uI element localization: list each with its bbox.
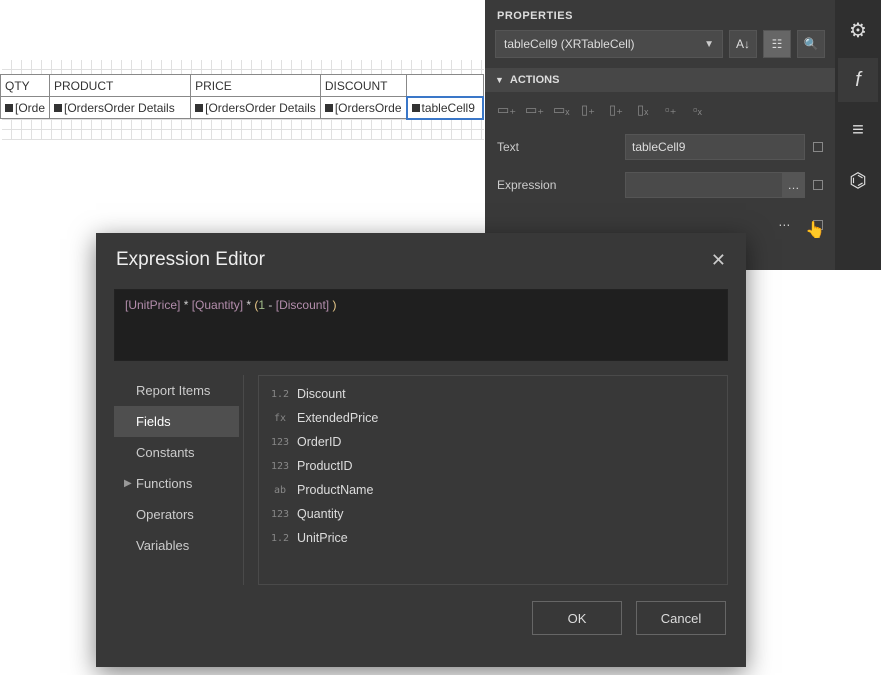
object-selector-text: tableCell9 (XRTableCell): [504, 37, 635, 51]
expression-marker[interactable]: [813, 180, 823, 190]
expression-textarea[interactable]: [UnitPrice] * [Quantity] * (1 - [Discoun…: [114, 289, 728, 361]
expression-property-input[interactable]: …: [625, 172, 805, 198]
insert-col-right-icon[interactable]: ▯₊: [609, 102, 625, 118]
field-item[interactable]: 123ProductID: [259, 454, 727, 478]
text-marker[interactable]: [813, 142, 823, 152]
header-discount: DISCOUNT: [320, 75, 406, 97]
actions-section-header[interactable]: ▼ ACTIONS: [485, 68, 835, 92]
field-item[interactable]: 123OrderID: [259, 430, 727, 454]
category-item[interactable]: Operators: [114, 499, 239, 530]
category-list: Report ItemsFieldsConstants▶FunctionsOpe…: [114, 375, 244, 585]
table-data-row: [Orde [OrdersOrder Details [OrdersOrder …: [1, 97, 484, 119]
properties-title: PROPERTIES: [485, 0, 835, 30]
insert-col-left-icon[interactable]: ▯₊: [581, 102, 597, 118]
dialog-title: Expression Editor: [116, 249, 265, 271]
insert-row-below-icon[interactable]: ▭₊: [525, 102, 541, 118]
field-item[interactable]: 1.2UnitPrice: [259, 526, 727, 550]
header-empty: [407, 75, 484, 97]
expression-editor-dialog: Expression Editor ✕ [UnitPrice] * [Quant…: [96, 233, 746, 667]
cell-price[interactable]: [OrdersOrder Details: [191, 97, 321, 119]
report-explorer-icon[interactable]: ⌬: [838, 158, 878, 202]
text-property-label: Text: [497, 140, 617, 154]
cancel-button[interactable]: Cancel: [636, 601, 726, 635]
more-marker[interactable]: [813, 220, 823, 230]
categorized-button[interactable]: ☷: [763, 30, 791, 58]
text-property-input[interactable]: tableCell9: [625, 134, 805, 160]
table-header-row: QTY PRODUCT PRICE DISCOUNT: [1, 75, 484, 97]
expressions-tab-icon[interactable]: f: [838, 58, 878, 102]
category-item[interactable]: Fields: [114, 406, 239, 437]
search-button[interactable]: 🔍: [797, 30, 825, 58]
ok-button[interactable]: OK: [532, 601, 622, 635]
header-price: PRICE: [191, 75, 321, 97]
field-item[interactable]: fxExtendedPrice: [259, 406, 727, 430]
chevron-down-icon: ▼: [704, 39, 714, 50]
delete-row-icon[interactable]: ▭ₓ: [553, 102, 569, 118]
expression-property-label: Expression: [497, 178, 617, 192]
header-product: PRODUCT: [50, 75, 191, 97]
category-item[interactable]: Report Items: [114, 375, 239, 406]
actions-toolbar: ▭₊ ▭₊ ▭ₓ ▯₊ ▯₊ ▯ₓ ▫₊ ▫ₓ: [485, 92, 835, 128]
field-item[interactable]: 1.2Discount: [259, 382, 727, 406]
database-icon[interactable]: ≡: [838, 108, 878, 152]
close-icon[interactable]: ✕: [711, 250, 726, 271]
cell-qty[interactable]: [Orde: [1, 97, 50, 119]
category-item[interactable]: Constants: [114, 437, 239, 468]
field-item[interactable]: 123Quantity: [259, 502, 727, 526]
report-design-surface[interactable]: QTY PRODUCT PRICE DISCOUNT [Orde [Orders…: [0, 74, 484, 120]
insert-cell-icon[interactable]: ▫₊: [665, 102, 681, 118]
category-item[interactable]: Variables: [114, 530, 239, 561]
header-qty: QTY: [1, 75, 50, 97]
delete-col-icon[interactable]: ▯ₓ: [637, 102, 653, 118]
cell-product[interactable]: [OrdersOrder Details: [50, 97, 191, 119]
fields-list: 1.2DiscountfxExtendedPrice123OrderID123P…: [258, 375, 728, 585]
insert-row-above-icon[interactable]: ▭₊: [497, 102, 513, 118]
cell-tablecell9-selected[interactable]: tableCell9: [407, 97, 484, 119]
side-tab-strip: ⚙ f ≡ ⌬: [835, 0, 881, 270]
properties-panel: PROPERTIES tableCell9 (XRTableCell) ▼ A↓…: [485, 0, 835, 270]
category-item[interactable]: ▶Functions: [114, 468, 239, 499]
gear-icon[interactable]: ⚙: [838, 8, 878, 52]
expression-ellipsis-button[interactable]: …: [782, 173, 804, 197]
field-item[interactable]: abProductName: [259, 478, 727, 502]
delete-cell-icon[interactable]: ▫ₓ: [693, 102, 709, 118]
cell-discount[interactable]: [OrdersOrde: [320, 97, 406, 119]
sort-az-button[interactable]: A↓: [729, 30, 757, 58]
object-selector[interactable]: tableCell9 (XRTableCell) ▼: [495, 30, 723, 58]
collapse-icon: ▼: [495, 75, 504, 85]
more-ellipsis-icon[interactable]: ⋯: [778, 218, 790, 232]
